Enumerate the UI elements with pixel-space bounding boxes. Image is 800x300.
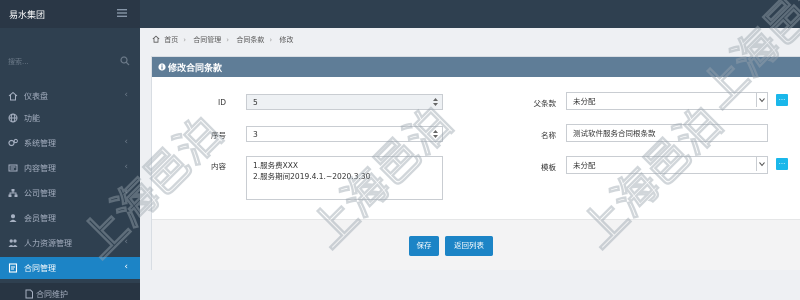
sidebar-item-label: 内容管理 <box>24 164 56 173</box>
contract-icon <box>8 263 18 273</box>
template-value: 未分配 <box>573 161 596 170</box>
chevron-down-icon[interactable] <box>756 93 767 107</box>
brand-header: 易水集团 <box>0 0 140 28</box>
breadcrumb-edit: 修改 <box>279 36 294 44</box>
name-field[interactable]: 测试软件服务合同根条款 <box>566 124 768 142</box>
sidebar-search[interactable]: 搜索... <box>8 55 132 69</box>
sidebar-item-label: 合同维护 <box>36 290 68 299</box>
sidebar-item-label: 系统管理 <box>24 139 56 148</box>
parent-select[interactable]: 未分配 <box>566 92 768 110</box>
hr-icon <box>8 239 18 247</box>
parent-label: 父条款 <box>533 99 557 108</box>
panel-title: 修改合同条款 <box>168 64 223 74</box>
search-placeholder: 搜索... <box>8 58 29 66</box>
sidebar: 搜索... 仪表盘 ‹ 功能 系统管理 ‹ 内容管理 ‹ 公司管理 ‹ 会员管理… <box>0 28 140 300</box>
gears-icon <box>8 138 18 147</box>
sidebar-item-function[interactable]: 功能 <box>0 107 140 129</box>
sidebar-item-label: 公司管理 <box>24 189 56 198</box>
chevron-down-icon[interactable] <box>756 157 767 171</box>
parent-value: 未分配 <box>573 97 596 106</box>
chevron-left-icon: ‹ <box>124 137 128 147</box>
sidebar-item-dashboard[interactable]: 仪表盘 ‹ <box>0 85 140 107</box>
form-footer: 保存 返回列表 <box>152 219 800 270</box>
spinner-icon[interactable] <box>432 129 439 139</box>
chevron-down-icon: ‹ <box>124 262 128 272</box>
id-value: 5 <box>253 98 258 107</box>
sidebar-item-label: 仪表盘 <box>24 92 48 101</box>
sidebar-item-member[interactable]: 会员管理 <box>0 207 140 229</box>
breadcrumb: 首页 › 合同管理 › 合同条款 › 修改 <box>152 35 298 47</box>
name-label: 名称 <box>541 131 556 140</box>
chevron-left-icon: ‹ <box>124 162 128 172</box>
template-select[interactable]: 未分配 <box>566 156 768 174</box>
sidebar-item-hr[interactable]: 人力资源管理 ‹ <box>0 232 140 254</box>
content-icon <box>8 164 18 172</box>
sidebar-item-label: 会员管理 <box>24 214 56 223</box>
panel-header: 修改合同条款 <box>152 57 800 77</box>
sidebar-item-company[interactable]: 公司管理 ‹ <box>0 182 140 204</box>
save-button[interactable]: 保存 <box>409 236 439 256</box>
info-icon <box>158 63 166 71</box>
home-icon <box>8 91 18 101</box>
breadcrumb-home[interactable]: 首页 <box>164 36 178 44</box>
breadcrumb-contract-terms[interactable]: 合同条款 <box>236 36 264 44</box>
id-label: ID <box>218 98 226 107</box>
chevron-left-icon: ‹ <box>124 187 128 197</box>
chevron-left-icon: ‹ <box>124 90 128 100</box>
sidebar-item-system[interactable]: 系统管理 ‹ <box>0 132 140 154</box>
sidebar-subitem-contract-maintain[interactable]: 合同维护 <box>0 283 140 300</box>
content-textarea[interactable] <box>246 156 443 200</box>
seq-value: 3 <box>253 130 258 139</box>
member-icon <box>9 214 17 222</box>
id-field[interactable]: 5 <box>246 94 443 110</box>
name-value: 测试软件服务合同根条款 <box>573 129 656 138</box>
template-more-button[interactable]: ... <box>776 158 788 170</box>
breadcrumb-contract-mgmt[interactable]: 合同管理 <box>193 36 221 44</box>
doc-icon <box>25 289 33 299</box>
content-label: 内容 <box>211 162 226 171</box>
breadcrumb-separator: › <box>269 36 273 44</box>
back-to-list-button[interactable]: 返回列表 <box>445 236 493 256</box>
parent-more-button[interactable]: ... <box>776 94 788 106</box>
globe-icon <box>8 113 18 123</box>
sidebar-item-label: 功能 <box>24 114 40 123</box>
home-icon <box>152 35 160 43</box>
breadcrumb-separator: › <box>183 36 187 44</box>
sidebar-item-contract[interactable]: 合同管理 ‹ <box>0 257 140 279</box>
sidebar-item-label: 合同管理 <box>24 264 56 273</box>
edit-panel: 修改合同条款 ID 5 序号 3 内容 父条款 未分配 ... 名称 测试软件服… <box>151 56 800 270</box>
seq-field[interactable]: 3 <box>246 126 443 142</box>
template-label: 模板 <box>541 163 556 172</box>
search-icon[interactable] <box>120 56 130 66</box>
org-icon <box>8 189 18 197</box>
breadcrumb-separator: › <box>226 36 230 44</box>
chevron-left-icon: ‹ <box>124 237 128 247</box>
spinner-icon[interactable] <box>432 97 439 107</box>
sidebar-item-label: 人力资源管理 <box>24 239 72 248</box>
sidebar-item-content[interactable]: 内容管理 ‹ <box>0 157 140 179</box>
hamburger-icon[interactable] <box>116 7 128 19</box>
seq-label: 序号 <box>211 131 226 140</box>
brand-name: 易水集团 <box>9 11 46 21</box>
